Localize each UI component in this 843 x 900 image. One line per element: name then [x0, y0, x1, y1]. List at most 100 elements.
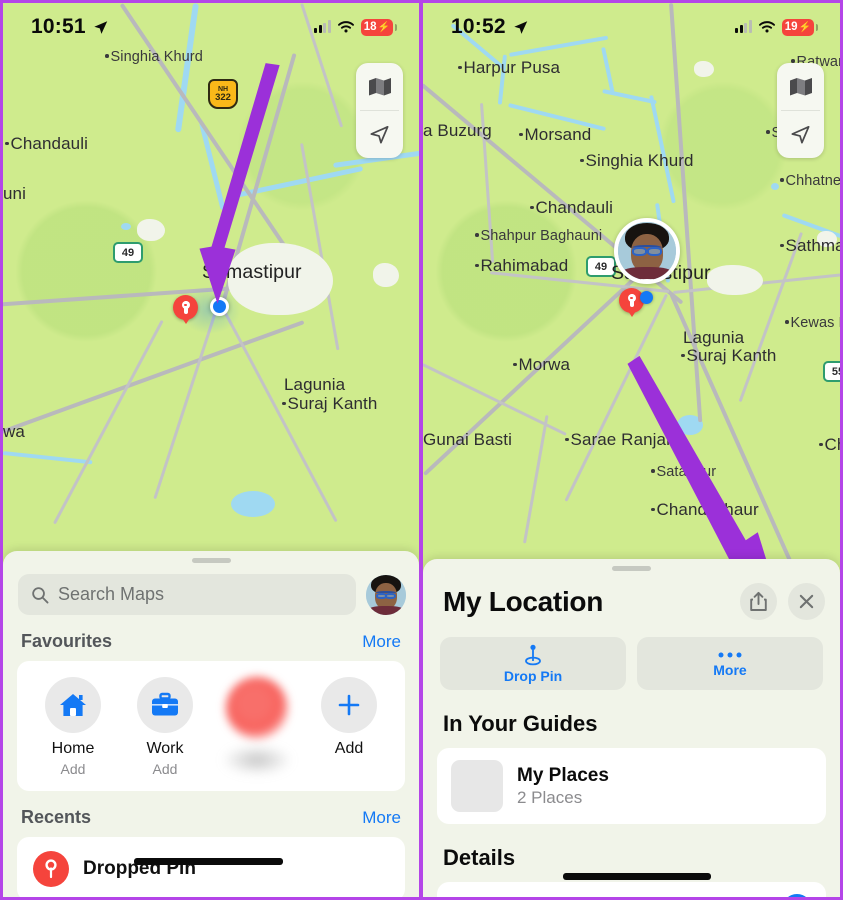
- battery-percent: 18: [363, 21, 377, 33]
- map-label: Morwa: [513, 355, 570, 375]
- maps-bottom-sheet[interactable]: Search Maps Favourites More Home Add Wor…: [3, 551, 419, 897]
- favourite-home[interactable]: Home Add: [33, 677, 113, 777]
- search-row: Search Maps: [3, 563, 419, 615]
- favourite-blurred[interactable]: [217, 677, 297, 775]
- charging-bolt-icon: ⚡: [377, 21, 390, 33]
- map-label: Sathmal: [780, 236, 840, 256]
- map-label-dot: [5, 141, 9, 146]
- shield-number: 322: [215, 91, 231, 103]
- map-label: Lagunia: [284, 375, 345, 395]
- battery-indicator: 18 ⚡: [360, 18, 398, 36]
- blue-action-icon[interactable]: [782, 894, 812, 897]
- map-label-text: Satanpur: [656, 464, 717, 480]
- guide-name: My Places: [517, 764, 609, 786]
- details-row-address[interactable]: Address: [437, 882, 826, 897]
- map-label-text: Harpur Pusa: [463, 58, 561, 77]
- map-controls[interactable]: [777, 63, 824, 158]
- map-label: Satanpur: [651, 464, 716, 480]
- shield-number: 49: [594, 260, 608, 273]
- left-phone-screenshot: NH 322 49 Singhia Khurd Chandauli uni Sa…: [0, 0, 421, 900]
- guide-item-my-places[interactable]: My Places 2 Places: [437, 748, 826, 824]
- locate-me-icon: [791, 125, 810, 144]
- share-icon: [750, 591, 767, 611]
- work-icon-circle: [137, 677, 193, 733]
- redaction-bar: [134, 858, 283, 865]
- map-layers-button[interactable]: [777, 63, 824, 110]
- map-label-text: Chandauli: [535, 198, 613, 217]
- map-label: Shahpur Baghauni: [475, 228, 602, 244]
- right-phone-screenshot: 49 55 Harpur Pusa Ratwara a Buzurg Morsa…: [421, 0, 843, 900]
- work-briefcase-icon: [152, 692, 178, 715]
- locate-me-button[interactable]: [777, 111, 824, 158]
- drop-pin-button[interactable]: Drop Pin: [440, 637, 626, 690]
- map-label: wa: [3, 422, 25, 442]
- map-label: Chand Chaur: [651, 500, 759, 520]
- blurred-favourite-icon: [226, 677, 288, 739]
- map-label-text: Singhia Khurd: [110, 49, 203, 65]
- favourite-label: Home: [51, 740, 95, 757]
- map-label: Chhatnesa: [780, 173, 840, 189]
- map-label-text: Samastipur: [202, 261, 302, 283]
- header-buttons: [740, 583, 825, 620]
- recent-item-dropped-pin[interactable]: Dropped Pin: [17, 837, 405, 897]
- favourite-work[interactable]: Work Add: [125, 677, 205, 777]
- map-label-text: wa: [3, 422, 25, 441]
- search-input[interactable]: Search Maps: [18, 574, 356, 615]
- map-label-text: a Buzurg: [423, 121, 492, 140]
- more-button[interactable]: More: [637, 637, 823, 690]
- status-right: 18 ⚡: [314, 18, 398, 36]
- locate-me-button[interactable]: [356, 111, 403, 158]
- favourites-card: Home Add Work Add Add: [17, 661, 405, 791]
- favourites-more-link[interactable]: More: [362, 632, 401, 652]
- battery-indicator: 19 ⚡: [781, 18, 819, 36]
- map-label: Suraj Kanth: [681, 346, 776, 366]
- highway-shield-49: 49: [113, 242, 143, 263]
- map-layers-icon: [789, 78, 812, 96]
- status-right: 19 ⚡: [735, 18, 819, 36]
- map-label: Singhia Khurd: [580, 151, 694, 171]
- ellipsis-icon: [718, 652, 742, 657]
- map-label-text: Suraj Kanth: [686, 346, 777, 365]
- cellular-signal-icon: [735, 20, 752, 33]
- page-title: My Location: [443, 585, 604, 617]
- map-label: Suraj Kanth: [282, 394, 377, 414]
- pin-glyph: [181, 301, 190, 314]
- blue-location-dot[interactable]: [210, 297, 229, 316]
- add-icon-circle: [321, 677, 377, 733]
- map-label-text: Kewas Niz: [790, 315, 841, 331]
- map-layers-button[interactable]: [356, 63, 403, 110]
- map-controls[interactable]: [356, 63, 403, 158]
- map-label: Harpur Pusa: [458, 58, 560, 78]
- shield-number: 49: [121, 246, 135, 259]
- home-icon-circle: [45, 677, 101, 733]
- pond: [121, 223, 131, 230]
- account-avatar-button[interactable]: [366, 574, 406, 615]
- wifi-icon: [337, 21, 354, 33]
- dropped-pin-marker[interactable]: [173, 295, 198, 324]
- pin-glyph: [627, 294, 636, 307]
- favourite-add[interactable]: Add: [309, 677, 389, 758]
- place-detail-sheet[interactable]: My Location Drop Pin More In Your Guides…: [423, 559, 840, 897]
- status-left: 10:51: [31, 15, 109, 39]
- search-placeholder: Search Maps: [58, 584, 165, 604]
- place-header: My Location: [423, 571, 840, 620]
- guide-subtitle: 2 Places: [517, 787, 583, 807]
- blue-location-dot[interactable]: [640, 291, 653, 304]
- map-label: a Buzurg: [423, 121, 492, 141]
- avatar: [618, 222, 676, 280]
- location-arrow-icon: [514, 20, 527, 34]
- pond: [231, 491, 275, 517]
- map-label: Morsand: [519, 125, 591, 145]
- user-avatar-map-callout[interactable]: [614, 218, 680, 284]
- recents-header: Recents More: [3, 791, 419, 837]
- pin-glyph-icon: [45, 859, 57, 879]
- share-button[interactable]: [740, 583, 777, 620]
- recents-more-link[interactable]: More: [362, 808, 401, 828]
- map-label-text: Suraj Kanth: [287, 394, 378, 413]
- favourite-label: Add: [334, 740, 364, 757]
- close-button[interactable]: [788, 583, 825, 620]
- town-area: [137, 219, 165, 241]
- clock: 10:51: [31, 15, 86, 38]
- more-label: More: [713, 661, 747, 678]
- favourites-row: Home Add Work Add Add: [17, 661, 405, 791]
